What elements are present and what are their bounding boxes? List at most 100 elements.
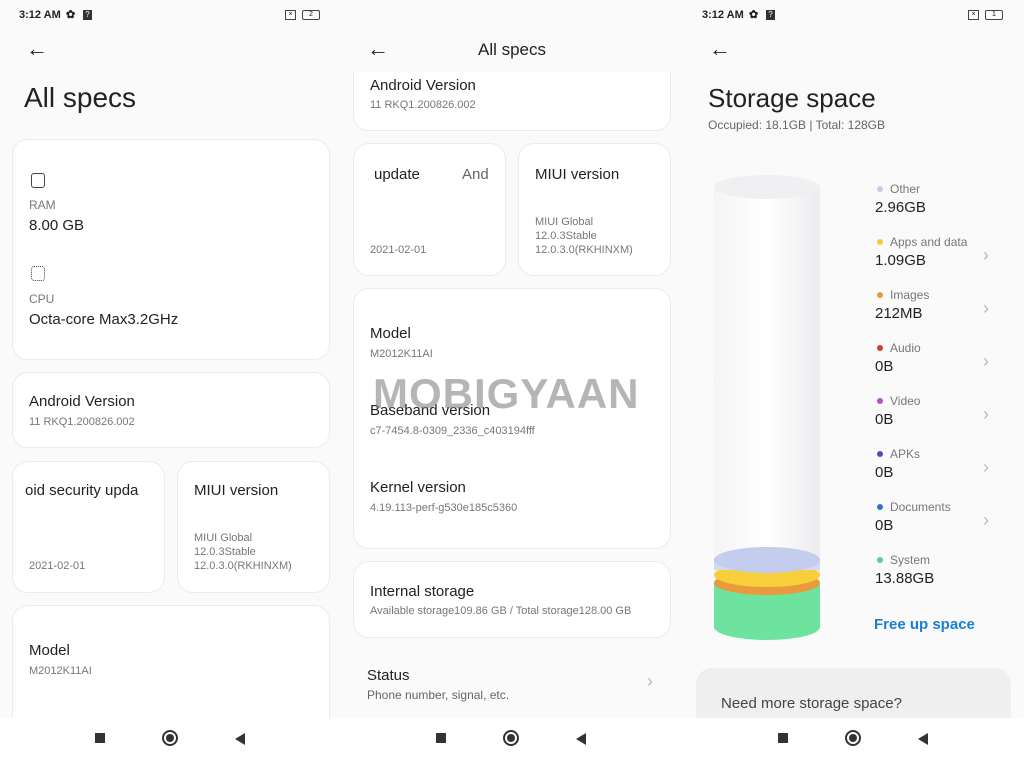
status-time: 3:12 AM bbox=[19, 9, 61, 21]
category-label: Documents bbox=[890, 500, 951, 514]
notification-icon: ? bbox=[83, 10, 92, 20]
security-patch-label-scroll: And bbox=[462, 166, 489, 183]
model-value: M2012K11AI bbox=[29, 665, 92, 677]
status-sub: Phone number, signal, etc. bbox=[367, 688, 510, 702]
category-color-dot bbox=[877, 292, 883, 298]
category-value: 0B bbox=[875, 464, 894, 481]
recents-button[interactable] bbox=[778, 733, 788, 743]
android-version-label: Android Version bbox=[370, 77, 476, 94]
security-patch-card[interactable]: update And 2021-02-01 bbox=[353, 143, 506, 276]
navigation-bar bbox=[0, 718, 341, 759]
cpu-value: Octa-core Max3.2GHz bbox=[29, 311, 179, 328]
battery-icon: 1 bbox=[985, 10, 1003, 20]
page-title: Storage space bbox=[708, 83, 876, 113]
miui-line: 12.0.3Stable bbox=[535, 230, 597, 242]
home-button[interactable] bbox=[503, 730, 519, 746]
ram-label: RAM bbox=[29, 198, 56, 212]
panel-all-specs-1: 3:12 AM ✿ ? × 2 ← All specs RAM 8.00 GB … bbox=[0, 0, 341, 759]
miui-version-card[interactable]: MIUI version MIUI Global 12.0.3Stable 12… bbox=[518, 143, 671, 276]
ram-value: 8.00 GB bbox=[29, 217, 85, 234]
miui-version-label: MIUI version bbox=[535, 166, 620, 183]
internal-storage-value: Available storage109.86 GB / Total stora… bbox=[370, 605, 632, 617]
back-arrow-icon[interactable]: ← bbox=[26, 36, 48, 62]
category-label: Images bbox=[890, 288, 930, 302]
category-value: 0B bbox=[875, 517, 894, 534]
storage-category-documents[interactable]: Documents 0B › bbox=[873, 500, 1013, 544]
device-info-card: Model M2012K11AI Baseband version c7-745… bbox=[353, 288, 671, 549]
storage-category-apps-and-data[interactable]: Apps and data 1.09GB › bbox=[873, 235, 1013, 279]
back-arrow-icon[interactable]: ← bbox=[709, 36, 731, 62]
back-button[interactable] bbox=[235, 733, 245, 745]
category-color-dot bbox=[877, 239, 883, 245]
free-up-space-button[interactable]: Free up space bbox=[874, 616, 975, 633]
panel-storage-space: 3:12 AM ✿ ? × 1 ← Storage space Occupied… bbox=[683, 0, 1024, 759]
category-color-dot bbox=[877, 504, 883, 510]
back-button[interactable] bbox=[918, 733, 928, 745]
sim-icon: × bbox=[968, 10, 979, 20]
storage-category-video[interactable]: Video 0B › bbox=[873, 394, 1013, 438]
watermark: MOBIGYAAN bbox=[373, 370, 640, 417]
category-value: 212MB bbox=[875, 305, 923, 322]
status-row[interactable]: Status Phone number, signal, etc. › bbox=[341, 655, 683, 710]
kernel-value: 4.19.113-perf-g530e185c5360 bbox=[370, 502, 518, 514]
security-patch-card[interactable]: oid security upda 2021-02-01 bbox=[12, 461, 165, 593]
miui-version-card[interactable]: MIUI version MIUI Global 12.0.3Stable 12… bbox=[177, 461, 330, 593]
category-value: 0B bbox=[875, 358, 894, 375]
back-button[interactable] bbox=[576, 733, 586, 745]
storage-category-images[interactable]: Images 212MB › bbox=[873, 288, 1013, 332]
category-color-dot bbox=[877, 557, 883, 563]
category-color-dot bbox=[877, 398, 883, 404]
notification-icon: ? bbox=[766, 10, 775, 20]
category-value: 2.96GB bbox=[875, 199, 926, 216]
recents-button[interactable] bbox=[436, 733, 446, 743]
category-label: System bbox=[890, 553, 931, 567]
home-button[interactable] bbox=[845, 730, 861, 746]
cpu-icon bbox=[31, 266, 45, 281]
category-value: 13.88GB bbox=[875, 570, 935, 587]
header: ← All specs bbox=[341, 0, 683, 72]
baseband-value: c7-7454.8-0309_2336_c403194fff bbox=[370, 425, 535, 437]
chevron-right-icon: › bbox=[983, 457, 989, 477]
hardware-card: RAM 8.00 GB CPU Octa-core Max3.2GHz bbox=[12, 139, 330, 360]
status-time: 3:12 AM bbox=[702, 9, 744, 21]
internal-storage-card[interactable]: Internal storage Available storage109.86… bbox=[353, 561, 671, 638]
security-patch-value: 2021-02-01 bbox=[29, 560, 86, 572]
chevron-right-icon: › bbox=[983, 510, 989, 530]
chevron-right-icon: › bbox=[647, 671, 653, 691]
storage-category-audio[interactable]: Audio 0B › bbox=[873, 341, 1013, 385]
category-label: Video bbox=[890, 394, 921, 408]
android-version-value: 11 RKQ1.200826.002 bbox=[29, 416, 135, 428]
ram-icon bbox=[31, 173, 45, 188]
segment-system-base bbox=[714, 614, 820, 640]
category-color-dot bbox=[877, 451, 883, 457]
model-label: Model bbox=[370, 325, 411, 342]
category-value: 0B bbox=[875, 411, 894, 428]
recents-button[interactable] bbox=[95, 733, 105, 743]
navigation-bar bbox=[683, 718, 1024, 759]
internal-storage-label: Internal storage bbox=[370, 583, 475, 600]
chevron-right-icon: › bbox=[983, 245, 989, 265]
cpu-label: CPU bbox=[29, 292, 55, 306]
category-label: Apps and data bbox=[890, 235, 968, 249]
model-label: Model bbox=[29, 642, 70, 659]
category-value: 1.09GB bbox=[875, 252, 926, 269]
navigation-bar bbox=[341, 718, 683, 759]
home-button[interactable] bbox=[162, 730, 178, 746]
category-color-dot bbox=[877, 186, 883, 192]
cylinder-top bbox=[714, 175, 820, 199]
storage-category-apks[interactable]: APKs 0B › bbox=[873, 447, 1013, 491]
chevron-right-icon: › bbox=[983, 351, 989, 371]
sim-icon: × bbox=[285, 10, 296, 20]
android-version-card[interactable]: Android Version 11 RKQ1.200826.002 bbox=[12, 372, 330, 448]
miui-line: MIUI Global bbox=[194, 532, 253, 544]
category-label: Other bbox=[890, 182, 921, 196]
android-version-label: Android Version bbox=[29, 393, 135, 410]
model-value: M2012K11AI bbox=[370, 348, 433, 360]
category-color-dot bbox=[877, 345, 883, 351]
gear-icon: ✿ bbox=[66, 9, 76, 21]
gear-icon: ✿ bbox=[749, 9, 759, 21]
miui-line: 12.0.3Stable bbox=[194, 546, 256, 558]
segment-other-top bbox=[714, 547, 820, 573]
category-label: APKs bbox=[890, 447, 921, 461]
miui-line: 12.0.3.0(RKHINXM) bbox=[535, 244, 633, 256]
